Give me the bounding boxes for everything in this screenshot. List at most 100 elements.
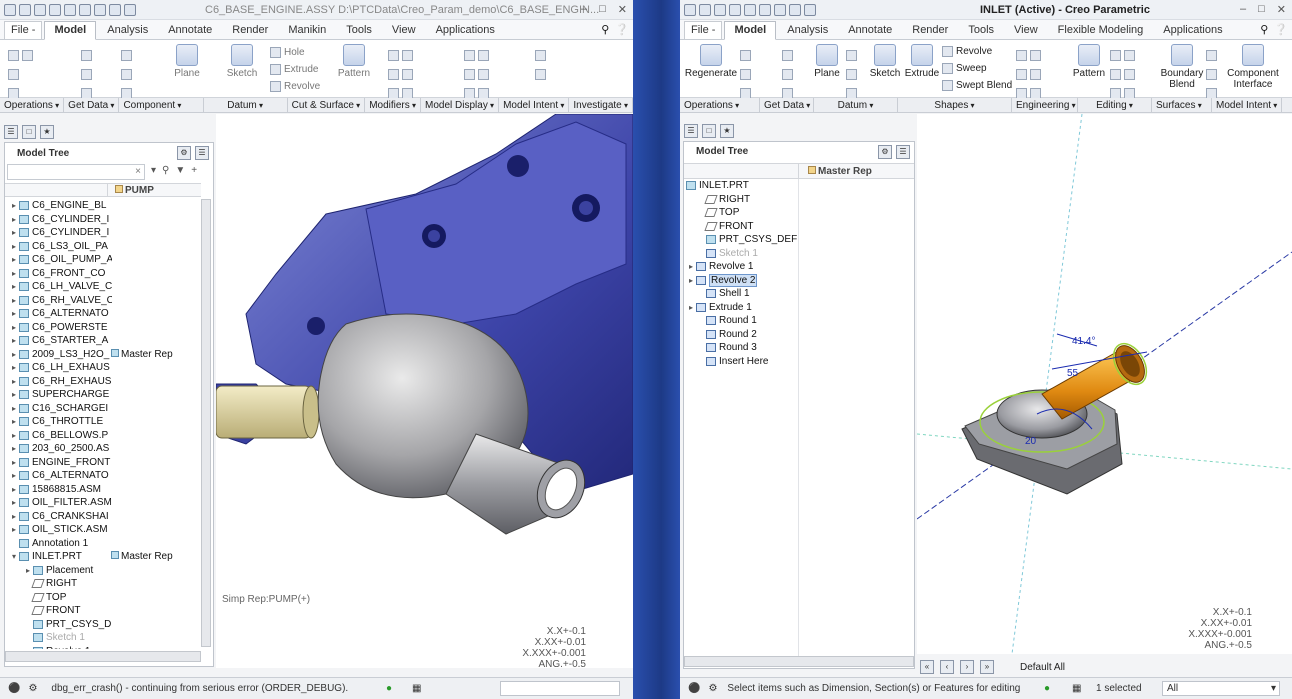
tree-row[interactable]: Annotation 1 <box>5 537 112 550</box>
redo-icon[interactable] <box>759 3 771 16</box>
tab-file[interactable]: File - <box>684 21 723 39</box>
sketch-button[interactable]: Sketch <box>224 44 260 79</box>
tab-model[interactable]: Model <box>724 21 777 40</box>
group-datum[interactable]: Datum <box>204 98 288 112</box>
maximize-icon[interactable]: □ <box>1258 3 1265 16</box>
tree-row[interactable]: ▸ C6_ALTERNATO <box>5 469 112 482</box>
tab-flexible-modeling[interactable]: Flexible Modeling <box>1049 22 1153 39</box>
expand-arrow-icon[interactable]: ▸ <box>686 276 696 285</box>
group-operations[interactable]: Operations <box>680 98 760 112</box>
plane-button[interactable]: Plane <box>170 44 204 79</box>
tree-row[interactable]: ▸ SUPERCHARGE <box>5 388 112 401</box>
tree-row[interactable]: Round 1 <box>684 314 757 327</box>
open-file-icon[interactable] <box>714 3 726 16</box>
tree-settings-icon[interactable]: ⚙ <box>878 145 892 159</box>
tree-row[interactable]: ▸ C6_BELLOWS.P <box>5 429 112 442</box>
expand-arrow-icon[interactable]: ▸ <box>9 485 19 494</box>
group-engineering[interactable]: Engineering <box>1012 98 1078 112</box>
tab-annotate[interactable]: Annotate <box>159 22 221 39</box>
group-shapes[interactable]: Shapes <box>898 98 1012 112</box>
model-tree-tab-icon[interactable]: ☰ <box>4 125 18 139</box>
group-model-intent[interactable]: Model Intent <box>1212 98 1283 112</box>
tab-render[interactable]: Render <box>903 22 957 39</box>
tree-row[interactable]: ▸ OIL_STICK.ASM <box>5 523 112 536</box>
expand-arrow-icon[interactable]: ▸ <box>9 201 19 210</box>
close-icon[interactable]: ✕ <box>618 3 627 16</box>
tree-row[interactable]: PRT_CSYS_DEF <box>684 233 797 246</box>
save-icon[interactable] <box>49 3 61 16</box>
expand-arrow-icon[interactable]: ▸ <box>9 498 19 507</box>
tab-applications[interactable]: Applications <box>1154 22 1231 39</box>
tree-row[interactable]: ▸ OIL_FILTER.ASM <box>5 496 112 509</box>
favorites-icon[interactable]: ★ <box>720 124 734 138</box>
tree-row[interactable]: ▸ C6_CYLINDER_I <box>5 213 112 226</box>
tree-row[interactable]: Round 3 <box>684 341 757 354</box>
tree-row[interactable]: ▸ C6_ALTERNATO <box>5 307 112 320</box>
expand-arrow-icon[interactable]: ▸ <box>9 363 19 372</box>
group-datum[interactable]: Datum <box>814 98 898 112</box>
group-investigate[interactable]: Investigate <box>569 98 633 112</box>
next-page-icon[interactable]: › <box>960 660 974 674</box>
tree-row[interactable]: TOP <box>5 591 112 604</box>
tree-row[interactable]: FRONT <box>684 220 753 233</box>
tree-row[interactable]: ▸ Extrude 1 <box>684 301 752 314</box>
windows-icon[interactable] <box>109 3 121 16</box>
tree-horizontal-scrollbar[interactable] <box>684 656 914 667</box>
tree-row[interactable]: ▸ Revolve 2 <box>684 273 758 287</box>
tree-find-icon[interactable]: ⚲ <box>162 165 169 176</box>
tree-search-input[interactable]: × <box>7 164 145 180</box>
regenerate-icon[interactable] <box>774 3 786 16</box>
group-editing[interactable]: Editing <box>1078 98 1152 112</box>
expand-arrow-icon[interactable]: ▸ <box>9 377 19 386</box>
revolve-button[interactable]: Revolve <box>942 43 1022 60</box>
expand-arrow-icon[interactable]: ▸ <box>9 431 19 440</box>
status-filter-icon[interactable]: ▦ <box>1072 683 1081 694</box>
tree-row[interactable]: ▸ Revolve 1 <box>5 645 112 650</box>
open-file-icon[interactable] <box>34 3 46 16</box>
revolve-button[interactable]: Revolve <box>270 78 330 95</box>
plane-button[interactable]: Plane <box>812 44 842 79</box>
tree-row[interactable]: INLET.PRT <box>684 179 749 192</box>
status-icon-2[interactable]: ⚙ <box>708 683 717 694</box>
favorites-icon[interactable]: ★ <box>40 125 54 139</box>
tab-tools[interactable]: Tools <box>959 22 1003 39</box>
extrude-button[interactable]: Extrude <box>270 61 330 78</box>
swept-blend-button[interactable]: Swept Blend <box>942 77 1022 94</box>
expand-arrow-icon[interactable]: ▸ <box>9 282 19 291</box>
tree-row[interactable]: ▸ C6_OIL_PUMP_A <box>5 253 112 266</box>
tree-row[interactable]: ▸ C6_LS3_OIL_PA <box>5 240 112 253</box>
component-interface-button[interactable]: Component Interface <box>1224 44 1282 90</box>
tree-row[interactable]: ▸ Placement <box>5 564 112 577</box>
tab-analysis[interactable]: Analysis <box>778 22 837 39</box>
maximize-icon[interactable]: □ <box>599 3 606 16</box>
tree-row[interactable]: ▸ ENGINE_FRONT <box>5 456 112 469</box>
expand-arrow-icon[interactable]: ▸ <box>9 390 19 399</box>
redo-icon[interactable] <box>79 3 91 16</box>
tree-row[interactable]: ▸ C6_LH_EXHAUS <box>5 361 112 374</box>
expand-arrow-icon[interactable]: ▸ <box>23 566 33 575</box>
tree-settings-icon[interactable]: ⚙ <box>177 146 191 160</box>
regenerate-button[interactable]: Regenerate <box>684 44 738 79</box>
last-page-icon[interactable]: » <box>980 660 994 674</box>
undo-icon[interactable] <box>64 3 76 16</box>
status-icon[interactable]: ⚫ <box>688 683 700 694</box>
new-file-icon[interactable] <box>19 3 31 16</box>
expand-arrow-icon[interactable]: ▸ <box>9 228 19 237</box>
minimize-icon[interactable]: – <box>581 3 587 16</box>
expand-arrow-icon[interactable]: ▸ <box>9 458 19 467</box>
clear-search-icon[interactable]: × <box>135 166 141 177</box>
tree-row[interactable]: Sketch 1 <box>5 631 112 644</box>
tab-applications[interactable]: Applications <box>427 22 504 39</box>
tree-horizontal-scrollbar[interactable] <box>5 651 201 662</box>
model-tree-tab-icon[interactable]: ☰ <box>684 124 698 138</box>
close-window-icon[interactable] <box>804 3 816 16</box>
help-icon[interactable]: ❔ <box>615 23 629 36</box>
expand-arrow-icon[interactable]: ▸ <box>9 444 19 453</box>
expand-arrow-icon[interactable]: ▸ <box>9 269 19 278</box>
tab-model[interactable]: Model <box>44 21 97 40</box>
tree-row[interactable]: ▸ 15868815.ASM <box>5 483 112 496</box>
expand-arrow-icon[interactable]: ▸ <box>9 404 19 413</box>
tree-add-icon[interactable]: + <box>191 165 197 176</box>
pattern-button[interactable]: Pattern <box>334 44 374 79</box>
expand-arrow-icon[interactable]: ▸ <box>23 647 33 650</box>
